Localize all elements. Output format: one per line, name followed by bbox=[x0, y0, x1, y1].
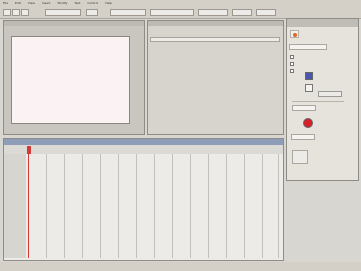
stroke-color-icon[interactable] bbox=[303, 118, 313, 128]
menu-item-2[interactable]: Edit bbox=[15, 1, 21, 5]
tool-button-2[interactable] bbox=[12, 9, 20, 16]
properties-button[interactable] bbox=[318, 91, 342, 97]
properties-field-2[interactable] bbox=[292, 105, 316, 111]
library-column-header[interactable] bbox=[150, 37, 280, 42]
checkbox-icon[interactable] bbox=[290, 69, 294, 73]
status-bar bbox=[0, 262, 361, 271]
properties-field-3[interactable] bbox=[291, 134, 315, 140]
menu-item-3[interactable]: View bbox=[28, 1, 35, 5]
properties-field-1[interactable] bbox=[289, 44, 327, 50]
frame-grid[interactable] bbox=[28, 154, 282, 258]
properties-field-4[interactable] bbox=[292, 150, 308, 164]
library-title-bar bbox=[148, 21, 283, 26]
properties-title-bar bbox=[287, 19, 358, 27]
menu-item-5[interactable]: Modify bbox=[57, 1, 67, 5]
timeline-ruler[interactable] bbox=[4, 145, 283, 154]
tool-button-group-e[interactable] bbox=[232, 9, 252, 16]
tool-button-group-c[interactable] bbox=[150, 9, 194, 16]
menu-item-6[interactable]: Text bbox=[74, 1, 80, 5]
tool-button-group-a[interactable] bbox=[45, 9, 81, 16]
properties-divider bbox=[292, 101, 344, 102]
checkbox-icon[interactable] bbox=[290, 55, 294, 59]
playhead-line bbox=[28, 154, 29, 258]
stage-title-bar bbox=[4, 21, 144, 26]
tool-button-1[interactable] bbox=[3, 9, 11, 16]
playhead-icon[interactable] bbox=[27, 146, 31, 154]
tool-button-group-f[interactable] bbox=[256, 9, 276, 16]
menu-item-8[interactable]: Help bbox=[105, 1, 112, 5]
tool-button-3[interactable] bbox=[21, 9, 29, 16]
stage-canvas[interactable] bbox=[11, 36, 130, 124]
layer-list[interactable] bbox=[4, 154, 26, 258]
tool-button-group-b[interactable] bbox=[110, 9, 146, 16]
menu-item-4[interactable]: Insert bbox=[42, 1, 51, 5]
menu-item-7[interactable]: Control bbox=[87, 1, 98, 5]
color-swatch-blue[interactable] bbox=[305, 72, 313, 80]
checkbox-icon[interactable] bbox=[290, 62, 294, 66]
fill-icon[interactable] bbox=[290, 30, 299, 38]
tool-button-group-d[interactable] bbox=[198, 9, 228, 16]
color-swatch-empty[interactable] bbox=[305, 84, 313, 92]
tool-button-4[interactable] bbox=[86, 9, 98, 16]
menu-item-1[interactable]: File bbox=[3, 1, 8, 5]
